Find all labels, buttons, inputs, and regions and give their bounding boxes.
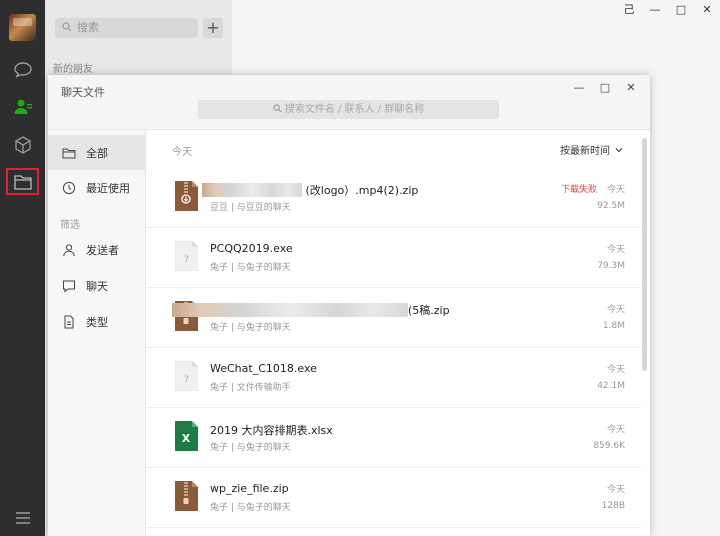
file-source: 兔子 | 与兔子的聊天 xyxy=(210,323,291,333)
file-row[interactable]: ? PCQQ2019.exe 兔子 | 与兔子的聊天 今天 79.3M xyxy=(146,228,641,288)
sidebar-item-type[interactable]: 类型 xyxy=(48,304,145,339)
clock-icon xyxy=(62,181,76,194)
contacts-nav-button[interactable] xyxy=(9,93,36,120)
add-chat-button[interactable]: + xyxy=(203,18,223,38)
file-search-placeholder: 搜索文件名 / 联系人 / 群聊名称 xyxy=(284,104,425,115)
dialog-maximize-button[interactable]: □ xyxy=(592,79,618,97)
document-icon xyxy=(64,315,74,328)
dialog-sidebar: 全部 最近使用 筛选 发送者 聊天 类型 xyxy=(48,130,146,536)
nav-bar xyxy=(0,0,45,536)
person-icon xyxy=(63,243,75,256)
sidebar-item-label: 全部 xyxy=(86,146,108,160)
chat-bubble-icon xyxy=(13,61,32,78)
file-source: 兔子 | 与兔子的聊天 xyxy=(210,503,291,513)
file-date: 今天 xyxy=(606,305,625,315)
sidebar-item-all[interactable]: 全部 xyxy=(48,135,145,170)
file-date: 今天 xyxy=(606,365,625,375)
scrollbar[interactable] xyxy=(642,138,647,371)
file-row[interactable]: ? WeChat_C1018.exe 兔子 | 文件传输助手 今天 42.1M xyxy=(146,348,641,408)
file-list: 今天 按最新时间 (改logo）.mp4(2).zip 豆豆 | 与豆豆的聊天 … xyxy=(146,130,650,536)
chat-nav-button[interactable] xyxy=(9,56,36,83)
sort-label: 按最新时间 xyxy=(560,146,610,157)
file-row[interactable]: wp_zie_file.zip 兔子 | 与兔子的聊天 今天 128B xyxy=(146,468,641,528)
close-button[interactable]: ✕ xyxy=(694,0,720,20)
svg-text:?: ? xyxy=(184,375,189,385)
file-size: 1.8M xyxy=(602,321,625,331)
file-name-text: (改logo）.mp4(2).zip xyxy=(305,184,419,197)
download-failed-status[interactable]: 下载失败 xyxy=(561,182,597,195)
chat-files-dialog: 聊天文件 — □ ✕ 搜索文件名 / 联系人 / 群聊名称 全部 最近使用 筛选… xyxy=(48,75,650,536)
zip-icon xyxy=(175,181,198,211)
file-name-text: (5稿.zip xyxy=(408,304,450,317)
file-name: wp_zie_file.zip xyxy=(210,482,289,495)
file-date: 今天 xyxy=(606,485,625,495)
file-size: 42.1M xyxy=(597,381,625,391)
unknown-file-icon: ? xyxy=(175,361,198,391)
contacts-icon xyxy=(14,99,32,114)
folder-icon xyxy=(13,174,32,190)
file-source: 豆豆 | 与豆豆的聊天 xyxy=(210,203,291,213)
window-controls: ⼰ — □ ✕ xyxy=(616,0,720,20)
file-source: 兔子 | 与兔子的聊天 xyxy=(210,263,291,273)
chat-bubble-icon xyxy=(63,280,75,293)
sidebar-item-sender[interactable]: 发送者 xyxy=(48,232,145,267)
menu-nav-button[interactable] xyxy=(9,504,36,531)
sidebar-item-label: 聊天 xyxy=(86,279,108,293)
file-size: 128B xyxy=(601,501,625,511)
file-row[interactable]: (5稿.zip 兔子 | 与兔子的聊天 今天 1.8M xyxy=(146,288,641,348)
folder-icon xyxy=(62,148,76,158)
file-row[interactable]: (改logo）.mp4(2).zip 豆豆 | 与豆豆的聊天 下载失败 今天 9… xyxy=(146,168,641,228)
file-source: 兔子 | 与兔子的聊天 xyxy=(210,443,291,453)
file-name: (改logo）.mp4(2).zip xyxy=(202,182,418,198)
file-row[interactable]: X 2019 大内容排期表.xlsx 兔子 | 与兔子的聊天 今天 859.6K xyxy=(146,408,641,468)
chat-search-input[interactable]: 搜索 xyxy=(55,18,198,38)
cube-icon xyxy=(14,135,31,154)
file-name: 2019 大内容排期表.xlsx xyxy=(210,424,333,437)
minimize-button[interactable]: — xyxy=(642,0,668,20)
svg-text:?: ? xyxy=(184,255,189,265)
dialog-header: 聊天文件 — □ ✕ 搜索文件名 / 联系人 / 群聊名称 xyxy=(48,75,650,130)
dialog-minimize-button[interactable]: — xyxy=(566,79,592,97)
redacted-name-blur xyxy=(202,183,302,197)
files-nav-button[interactable] xyxy=(6,168,39,195)
chevron-down-icon xyxy=(615,148,623,153)
zip-icon xyxy=(175,481,198,511)
file-size: 92.5M xyxy=(597,201,625,211)
file-source: 兔子 | 文件传输助手 xyxy=(210,383,291,393)
file-name: WeChat_C1018.exe xyxy=(210,362,317,375)
search-icon xyxy=(62,22,72,32)
unknown-file-icon: ? xyxy=(175,241,198,271)
sidebar-item-recent[interactable]: 最近使用 xyxy=(48,170,145,205)
file-date: 今天 xyxy=(606,425,625,435)
dialog-close-button[interactable]: ✕ xyxy=(618,79,644,97)
hamburger-menu-icon xyxy=(15,511,30,524)
redacted-name-blur xyxy=(172,303,408,317)
svg-text:X: X xyxy=(182,432,191,445)
search-icon xyxy=(273,104,282,113)
file-size: 79.3M xyxy=(597,261,625,271)
sidebar-item-label: 发送者 xyxy=(86,243,119,257)
filter-section-label: 筛选 xyxy=(60,220,80,231)
pin-button[interactable]: ⼰ xyxy=(616,0,642,20)
chat-search-placeholder: 搜索 xyxy=(77,21,99,34)
sort-dropdown[interactable]: 按最新时间 xyxy=(560,142,623,157)
file-name: PCQQ2019.exe xyxy=(210,242,293,255)
file-date: 今天 xyxy=(606,245,625,255)
file-date: 今天 xyxy=(606,185,625,195)
maximize-button[interactable]: □ xyxy=(668,0,694,20)
sidebar-item-label: 最近使用 xyxy=(86,181,130,195)
sidebar-item-chat[interactable]: 聊天 xyxy=(48,268,145,303)
file-size: 859.6K xyxy=(593,441,625,451)
dialog-controls: — □ ✕ xyxy=(566,79,644,97)
file-search-input[interactable]: 搜索文件名 / 联系人 / 群聊名称 xyxy=(198,100,499,119)
file-name: (5稿.zip xyxy=(172,302,450,318)
avatar[interactable] xyxy=(9,14,36,41)
sidebar-item-label: 类型 xyxy=(86,315,108,329)
new-friends-title: 新的朋友 xyxy=(53,64,93,75)
collection-nav-button[interactable] xyxy=(9,131,36,158)
dialog-title: 聊天文件 xyxy=(61,86,105,99)
date-section-today: 今天 xyxy=(172,147,192,158)
excel-icon: X xyxy=(175,421,198,451)
